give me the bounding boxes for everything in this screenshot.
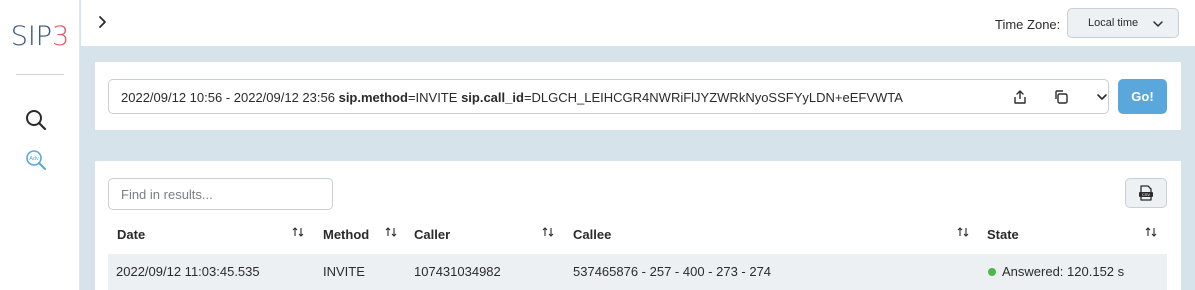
sidebar-divider (16, 74, 64, 75)
query-input[interactable]: 2022/09/12 10:56 - 2022/09/12 23:56 sip.… (108, 79, 1109, 114)
column-header-method[interactable]: Method (323, 227, 369, 242)
search-icon[interactable] (24, 108, 48, 132)
advanced-search-badge: Adv (29, 156, 39, 162)
results-panel: CSV Date Method Caller Callee State 2022… (95, 161, 1181, 290)
csv-export-icon: CSV (1139, 185, 1153, 201)
status-dot (988, 268, 996, 276)
state-text: Answered: 120.152 s (1002, 264, 1125, 279)
cell-state: Answered: 120.152 s (988, 264, 1124, 279)
column-header-caller[interactable]: Caller (414, 227, 450, 242)
cell-caller: 107431034982 (414, 264, 501, 279)
table-row[interactable]: 2022/09/12 11:03:45.535 INVITE 107431034… (108, 254, 1167, 290)
query-term-key: sip.method (338, 90, 408, 105)
timezone-label: Time Zone: (995, 17, 1061, 32)
cell-date: 2022/09/12 11:03:45.535 (116, 264, 260, 279)
cell-callee: 537465876 - 257 - 400 - 273 - 274 (573, 264, 772, 279)
sort-icon[interactable] (542, 225, 554, 239)
column-header-callee[interactable]: Callee (573, 227, 611, 242)
logo-number: 3 (52, 21, 70, 52)
cell-method: INVITE (323, 264, 365, 279)
logo: SIP3 (0, 22, 80, 52)
search-panel: 2022/09/12 10:56 - 2022/09/12 23:56 sip.… (95, 62, 1181, 130)
sidebar: SIP3 Adv (0, 0, 80, 290)
query-range: 2022/09/12 10:56 - 2022/09/12 23:56 (121, 90, 335, 105)
csv-export-button[interactable]: CSV (1125, 178, 1167, 208)
top-bar: Time Zone: Local time (81, 0, 1195, 46)
logo-text: SIP (10, 21, 53, 52)
timezone-value: Local time (1088, 17, 1139, 29)
timezone-select[interactable]: Local time (1067, 8, 1179, 38)
sort-icon[interactable] (957, 225, 969, 239)
sort-icon[interactable] (385, 225, 397, 239)
sort-icon[interactable] (1145, 225, 1157, 239)
find-in-results-input[interactable] (108, 178, 333, 210)
column-header-state[interactable]: State (987, 227, 1019, 242)
copy-icon[interactable] (1053, 89, 1069, 105)
chevron-down-icon (1153, 21, 1163, 27)
query-term-key: sip.call_id (461, 90, 524, 105)
chevron-down-icon[interactable] (1094, 89, 1110, 105)
advanced-search-icon[interactable]: Adv (24, 148, 48, 172)
share-icon[interactable] (1012, 89, 1028, 105)
query-term-value: =INVITE (407, 90, 458, 105)
column-header-date[interactable]: Date (117, 227, 145, 242)
chevron-right-icon[interactable] (95, 13, 111, 31)
query-term-value: =DLGCH_LEIHCGR4NWRiFlJYZWRkNyoSSFYyLDN+e… (523, 90, 903, 105)
svg-text:CSV: CSV (1142, 192, 1151, 197)
go-button[interactable]: Go! (1118, 79, 1167, 114)
query-text: 2022/09/12 10:56 - 2022/09/12 23:56 sip.… (121, 90, 903, 105)
sort-icon[interactable] (292, 225, 304, 239)
